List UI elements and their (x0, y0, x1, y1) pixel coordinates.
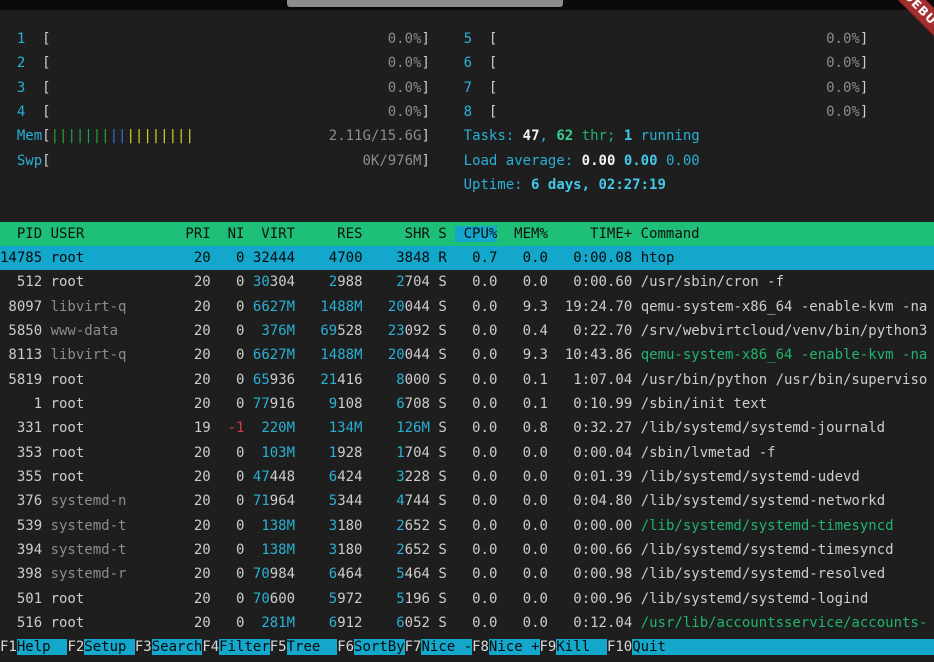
blank-row (0, 197, 934, 221)
process-row-516[interactable]: 516 root 20 0 281M 6912 6052 S 0.0 0.0 0… (0, 611, 934, 635)
process-row-512[interactable]: 512 root 20 0 30304 2988 2704 S 0.0 0.0 … (0, 270, 934, 294)
process-row-5850[interactable]: 5850 www-data 20 0 376M 69528 23092 S 0.… (0, 319, 934, 343)
process-row-398[interactable]: 398 systemd-r 20 0 70984 6464 5464 S 0.0… (0, 562, 934, 586)
process-row-8097[interactable]: 8097 libvirt-q 20 0 6627M 1488M 20044 S … (0, 295, 934, 319)
process-row-353[interactable]: 353 root 20 0 103M 1928 1704 S 0.0 0.0 0… (0, 441, 934, 465)
fkey-f4-filter-button[interactable]: Filter (219, 639, 270, 655)
process-row-8113[interactable]: 8113 libvirt-q 20 0 6627M 1488M 20044 S … (0, 343, 934, 367)
terminal-screen: DEBUG 1 [ 0.0%] 5 [ 0.0%] 2 [ 0.0%] 6 [ (0, 0, 934, 662)
window-drag-handle[interactable] (287, 0, 563, 7)
fkey-f7-key[interactable]: F7 (405, 639, 422, 655)
fkey-f3-key[interactable]: F3 (135, 639, 152, 655)
swap-meter-row: Swp[ 0K/976M] Load average: 0.00 0.00 0.… (0, 149, 934, 173)
fkey-f5-key[interactable]: F5 (270, 639, 287, 655)
fkey-f1-key[interactable]: F1 (0, 639, 17, 655)
cpu-meter-row-4-8: 4 [ 0.0%] 8 [ 0.0%] (0, 100, 934, 124)
fkey-f4-key[interactable]: F4 (202, 639, 219, 655)
process-row-331[interactable]: 331 root 19 -1 220M 134M 126M S 0.0 0.8 … (0, 416, 934, 440)
htop-output: 1 [ 0.0%] 5 [ 0.0%] 2 [ 0.0%] 6 [ 0 (0, 27, 934, 660)
fkey-f1-help-button[interactable]: Help (17, 639, 68, 655)
process-row-355[interactable]: 355 root 20 0 47448 6424 3228 S 0.0 0.0 … (0, 465, 934, 489)
process-row-539[interactable]: 539 systemd-t 20 0 138M 3180 2652 S 0.0 … (0, 514, 934, 538)
fkey-f6-key[interactable]: F6 (337, 639, 354, 655)
process-row-501[interactable]: 501 root 20 0 70600 5972 5196 S 0.0 0.0 … (0, 587, 934, 611)
window-top-bar (0, 0, 934, 10)
function-key-bar: F1Help F2Setup F3SearchF4FilterF5Tree F6… (0, 635, 934, 659)
fkey-f10-quit-button[interactable]: Quit (632, 639, 934, 655)
fkey-f6-sortby-button[interactable]: SortBy (354, 639, 405, 655)
process-row-394[interactable]: 394 systemd-t 20 0 138M 3180 2652 S 0.0 … (0, 538, 934, 562)
fkey-f9-key[interactable]: F9 (540, 639, 557, 655)
cpu-meter-row-2-6: 2 [ 0.0%] 6 [ 0.0%] (0, 51, 934, 75)
fkey-f7-nice-button[interactable]: Nice - (421, 639, 472, 655)
fkey-f2-key[interactable]: F2 (67, 639, 84, 655)
fkey-f2-setup-button[interactable]: Setup (84, 639, 135, 655)
fkey-f5-tree-button[interactable]: Tree (287, 639, 338, 655)
fkey-f8-key[interactable]: F8 (472, 639, 489, 655)
process-row-1[interactable]: 1 root 20 0 77916 9108 6708 S 0.0 0.1 0:… (0, 392, 934, 416)
process-table-header[interactable]: PID USER PRI NI VIRT RES SHR S CPU% MEM%… (0, 222, 934, 246)
fkey-f3-search-button[interactable]: Search (152, 639, 203, 655)
uptime-row: Uptime: 6 days, 02:27:19 (0, 173, 934, 197)
process-row-5819[interactable]: 5819 root 20 0 65936 21416 8000 S 0.0 0.… (0, 368, 934, 392)
fkey-f8-nice-button[interactable]: Nice + (489, 639, 540, 655)
process-row-14785[interactable]: 14785 root 20 0 32444 4700 3848 R 0.7 0.… (0, 246, 934, 270)
process-row-376[interactable]: 376 systemd-n 20 0 71964 5344 4744 S 0.0… (0, 489, 934, 513)
memory-meter-row: Mem[||||||||||||||||| 2.11G/15.6G] Tasks… (0, 124, 934, 148)
fkey-f9-kill-button[interactable]: Kill (556, 639, 607, 655)
fkey-f10-key[interactable]: F10 (607, 639, 632, 655)
cpu-meter-row-1-5: 1 [ 0.0%] 5 [ 0.0%] (0, 27, 934, 51)
cpu-meter-row-3-7: 3 [ 0.0%] 7 [ 0.0%] (0, 76, 934, 100)
